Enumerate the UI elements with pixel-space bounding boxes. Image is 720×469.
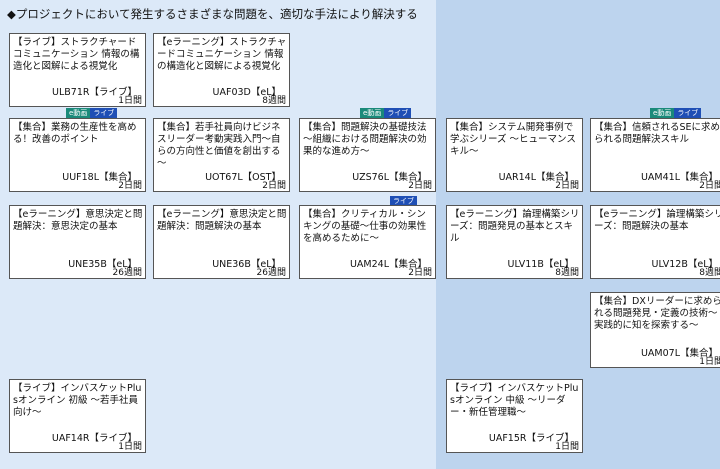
live-badge: ライブ — [90, 108, 118, 118]
course-title: 【集合】DXリーダーに求められる問題発見・定義の技術～実践的に知を探索する～ — [594, 296, 720, 331]
course-duration: 26週間 — [112, 268, 142, 278]
course-card-ulv12b[interactable]: 【eラーニング】論理構築シリーズ：問題解決の基本 ULV12B【eL】 8週間 — [590, 205, 720, 279]
course-title: 【集合】信頼されるSEに求められる問題解決スキル — [594, 122, 720, 145]
course-card-uuf18l[interactable]: 【集合】業務の生産性を高める！改善のポイント UUF18L【集合】 2日間 — [9, 118, 146, 192]
course-card-uzs76l[interactable]: 【集合】問題解決の基礎技法 ～組織における問題解決の効果的な進め方～ UZS76… — [299, 118, 436, 192]
course-title: 【ライブ】インバスケットPlusオンライン 初級 ～若手社員向け～ — [13, 383, 142, 418]
course-duration: 8週間 — [555, 268, 579, 278]
course-duration: 2日間 — [262, 181, 286, 191]
course-card-uaf14r[interactable]: 【ライブ】インバスケットPlusオンライン 初級 ～若手社員向け～ UAF14R… — [9, 379, 146, 453]
page-heading: ◆プロジェクトにおいて発生するさまざまな問題を、適切な手法により解決する — [7, 7, 418, 21]
course-title: 【eラーニング】意思決定と問題解決：意思決定の基本 — [13, 209, 143, 232]
course-duration: 2日間 — [408, 268, 432, 278]
course-title: 【ライブ】ストラクチャードコミュニケーション 情報の構造化と図解による視覚化 — [13, 37, 140, 72]
course-title: 【集合】業務の生産性を高める！改善のポイント — [13, 122, 137, 145]
course-card-uam07l[interactable]: 【集合】DXリーダーに求められる問題発見・定義の技術～実践的に知を探索する～ U… — [590, 292, 720, 368]
course-card-uaf03d[interactable]: 【eラーニング】ストラクチャードコミュニケーション 情報の構造化と図解による視覚… — [153, 33, 290, 107]
e-video-badge: e動画 — [66, 108, 91, 118]
course-title: 【集合】若手社員向けビジネスリーダー考動実践入門～自らの方向性と価値を創出する～ — [157, 122, 281, 169]
course-duration: 2日間 — [118, 181, 142, 191]
course-duration: 8週間 — [699, 268, 720, 278]
course-card-ulv11b[interactable]: 【eラーニング】論理構築シリーズ：問題発見の基本とスキル ULV11B【eL】 … — [446, 205, 583, 279]
course-card-uaf15r[interactable]: 【ライブ】インバスケットPlusオンライン 中級 ～リーダー・新任管理職～ UA… — [446, 379, 583, 453]
course-title: 【eラーニング】意思決定と問題解決：問題解決の基本 — [157, 209, 287, 232]
course-duration: 1日間 — [555, 442, 579, 452]
live-badge: ライブ — [674, 108, 702, 118]
course-title: 【ライブ】インバスケットPlusオンライン 中級 ～リーダー・新任管理職～ — [450, 383, 579, 418]
badge-group: e動画 ライブ — [360, 108, 412, 118]
course-card-une36b[interactable]: 【eラーニング】意思決定と問題解決：問題解決の基本 UNE36B【eL】 26週… — [153, 205, 290, 279]
e-video-badge: e動画 — [360, 108, 385, 118]
course-title: 【eラーニング】ストラクチャードコミュニケーション 情報の構造化と図解による視覚… — [157, 37, 287, 72]
course-duration: 8週間 — [262, 96, 286, 106]
badge-group: e動画 ライブ — [66, 108, 118, 118]
course-duration: 2日間 — [699, 181, 720, 191]
course-card-uar14l[interactable]: 【集合】システム開発事例で学ぶシリーズ ～ヒューマンスキル～ UAR14L【集合… — [446, 118, 583, 192]
course-card-uam24l[interactable]: 【集合】クリティカル・シンキングの基礎～仕事の効果性を高めるために～ UAM24… — [299, 205, 436, 279]
course-duration: 1日間 — [118, 96, 142, 106]
badge-group: e動画 ライブ — [650, 108, 702, 118]
course-duration: 1日間 — [118, 442, 142, 452]
course-card-uot67l[interactable]: 【集合】若手社員向けビジネスリーダー考動実践入門～自らの方向性と価値を創出する～… — [153, 118, 290, 192]
course-title: 【集合】クリティカル・シンキングの基礎～仕事の効果性を高めるために～ — [303, 209, 427, 244]
course-title: 【eラーニング】論理構築シリーズ：問題解決の基本 — [594, 209, 720, 232]
live-badge: ライブ — [384, 108, 412, 118]
course-card-uam41l[interactable]: 【集合】信頼されるSEに求められる問題解決スキル UAM41L【集合】 2日間 — [590, 118, 720, 192]
course-title: 【eラーニング】論理構築シリーズ：問題発見の基本とスキル — [450, 209, 580, 244]
course-duration: 1日間 — [699, 357, 720, 367]
course-duration: 2日間 — [408, 181, 432, 191]
course-card-une35b[interactable]: 【eラーニング】意思決定と問題解決：意思決定の基本 UNE35B【eL】 26週… — [9, 205, 146, 279]
course-title: 【集合】システム開発事例で学ぶシリーズ ～ヒューマンスキル～ — [450, 122, 576, 157]
e-video-badge: e動画 — [650, 108, 675, 118]
course-card-ulb71r[interactable]: 【ライブ】ストラクチャードコミュニケーション 情報の構造化と図解による視覚化 U… — [9, 33, 146, 107]
course-title: 【集合】問題解決の基礎技法 ～組織における問題解決の効果的な進め方～ — [303, 122, 427, 157]
course-duration: 2日間 — [555, 181, 579, 191]
course-duration: 26週間 — [256, 268, 286, 278]
